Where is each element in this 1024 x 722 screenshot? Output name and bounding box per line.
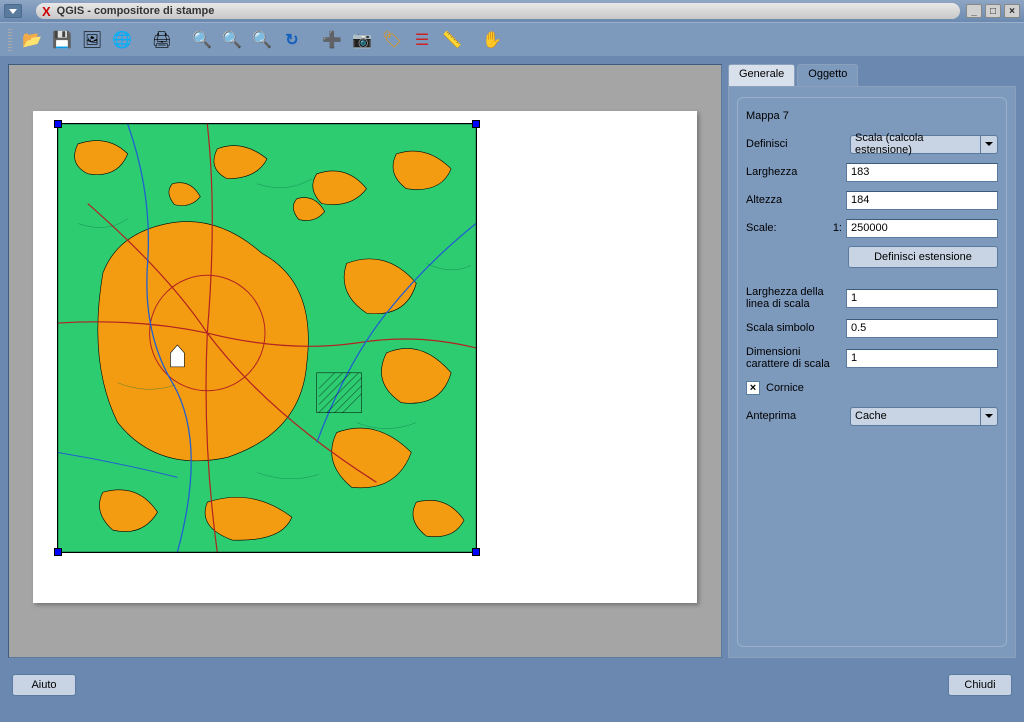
font-size-label: Dimensioni carattere di scala bbox=[746, 346, 846, 370]
refresh-button[interactable]: ↻ bbox=[278, 27, 306, 53]
camera-icon: 📷 bbox=[352, 30, 372, 50]
app-x-icon: X bbox=[42, 4, 51, 19]
save-icon: 💾 bbox=[52, 30, 72, 50]
define-label: Definisci bbox=[746, 138, 850, 150]
close-button[interactable]: Chiudi bbox=[948, 674, 1012, 696]
page[interactable] bbox=[33, 111, 697, 603]
toolbar: 📂 💾 🖼 🌐 🖨 🔍 🔍 🔍 ↻ ➕ 📷 🏷 ☰ 📏 ✋ bbox=[0, 22, 1024, 56]
add-legend-button[interactable]: ☰ bbox=[408, 27, 436, 53]
add-map-button[interactable]: ➕ bbox=[318, 27, 346, 53]
add-map-icon: ➕ bbox=[322, 30, 342, 50]
folder-icon: 📂 bbox=[22, 30, 42, 50]
tab-general[interactable]: Generale bbox=[728, 64, 795, 86]
scale-prefix: 1: bbox=[831, 222, 842, 234]
window-menu-button[interactable] bbox=[4, 4, 22, 18]
toolbar-handle[interactable] bbox=[8, 29, 12, 51]
close-window-button[interactable]: × bbox=[1004, 4, 1020, 18]
selection-handle-tl[interactable] bbox=[54, 120, 62, 128]
export-image-button[interactable]: 🖼 bbox=[78, 27, 106, 53]
frame-checkbox[interactable]: × bbox=[746, 381, 760, 395]
selection-handle-tr[interactable] bbox=[472, 120, 480, 128]
frame-checkbox-label: Cornice bbox=[766, 382, 804, 394]
symbol-scale-input[interactable] bbox=[846, 319, 998, 338]
move-item-button[interactable]: ✋ bbox=[478, 27, 506, 53]
image-icon: 🖼 bbox=[82, 30, 102, 50]
properties-pane: Generale Oggetto Mappa 7 Definisci Scala… bbox=[728, 64, 1016, 658]
selection-handle-br[interactable] bbox=[472, 548, 480, 556]
map-preview bbox=[58, 124, 476, 552]
title-area: X QGIS - compositore di stampe bbox=[36, 3, 960, 19]
define-extent-button[interactable]: Definisci estensione bbox=[848, 246, 998, 268]
preview-label: Anteprima bbox=[746, 410, 850, 422]
define-select[interactable]: Scala (calcola estensione) bbox=[850, 135, 998, 154]
symbol-scale-label: Scala simbolo bbox=[746, 322, 846, 334]
zoom-in-icon: 🔍 bbox=[222, 30, 242, 50]
add-scalebar-button[interactable]: 📏 bbox=[438, 27, 466, 53]
label-icon: 🏷 bbox=[382, 30, 402, 50]
define-select-value: Scala (calcola estensione) bbox=[850, 135, 980, 154]
print-icon: 🖨 bbox=[152, 30, 172, 50]
maximize-button[interactable]: □ bbox=[985, 4, 1001, 18]
line-width-label: Larghezza della linea di scala bbox=[746, 286, 846, 310]
font-size-input[interactable] bbox=[846, 349, 998, 368]
width-input[interactable] bbox=[846, 163, 998, 182]
add-label-button[interactable]: 🏷 bbox=[378, 27, 406, 53]
chevron-down-icon bbox=[980, 407, 998, 426]
chevron-down-icon bbox=[980, 135, 998, 154]
scale-label: Scale: bbox=[746, 222, 831, 234]
zoom-out-button[interactable]: 🔍 bbox=[248, 27, 276, 53]
line-width-input[interactable] bbox=[846, 289, 998, 308]
selection-handle-bl[interactable] bbox=[54, 548, 62, 556]
dialog-button-bar: Aiuto Chiudi bbox=[0, 666, 1024, 704]
refresh-icon: ↻ bbox=[285, 30, 298, 50]
composer-canvas[interactable] bbox=[8, 64, 722, 658]
zoom-in-button[interactable]: 🔍 bbox=[218, 27, 246, 53]
legend-icon: ☰ bbox=[415, 30, 429, 50]
zoom-full-icon: 🔍 bbox=[192, 30, 212, 50]
height-input[interactable] bbox=[846, 191, 998, 210]
export-svg-button[interactable]: 🌐 bbox=[108, 27, 136, 53]
map-item[interactable] bbox=[57, 123, 477, 553]
scalebar-icon: 📏 bbox=[442, 30, 462, 50]
scale-input[interactable] bbox=[846, 219, 998, 238]
group-title: Mappa 7 bbox=[746, 110, 998, 122]
width-label: Larghezza bbox=[746, 166, 846, 178]
preview-select-value: Cache bbox=[850, 407, 980, 426]
print-button[interactable]: 🖨 bbox=[148, 27, 176, 53]
window-title: QGIS - compositore di stampe bbox=[57, 5, 215, 17]
preview-select[interactable]: Cache bbox=[850, 407, 998, 426]
hand-icon: ✋ bbox=[482, 30, 502, 50]
open-button[interactable]: 📂 bbox=[18, 27, 46, 53]
item-properties-group: Mappa 7 Definisci Scala (calcola estensi… bbox=[737, 97, 1007, 647]
height-label: Altezza bbox=[746, 194, 846, 206]
save-button[interactable]: 💾 bbox=[48, 27, 76, 53]
minimize-button[interactable]: _ bbox=[966, 4, 982, 18]
add-image-button[interactable]: 📷 bbox=[348, 27, 376, 53]
help-button[interactable]: Aiuto bbox=[12, 674, 76, 696]
svg-icon: 🌐 bbox=[112, 30, 132, 50]
tab-object[interactable]: Oggetto bbox=[797, 64, 858, 86]
titlebar: X QGIS - compositore di stampe _ □ × bbox=[0, 0, 1024, 22]
zoom-out-icon: 🔍 bbox=[252, 30, 272, 50]
zoom-full-button[interactable]: 🔍 bbox=[188, 27, 216, 53]
